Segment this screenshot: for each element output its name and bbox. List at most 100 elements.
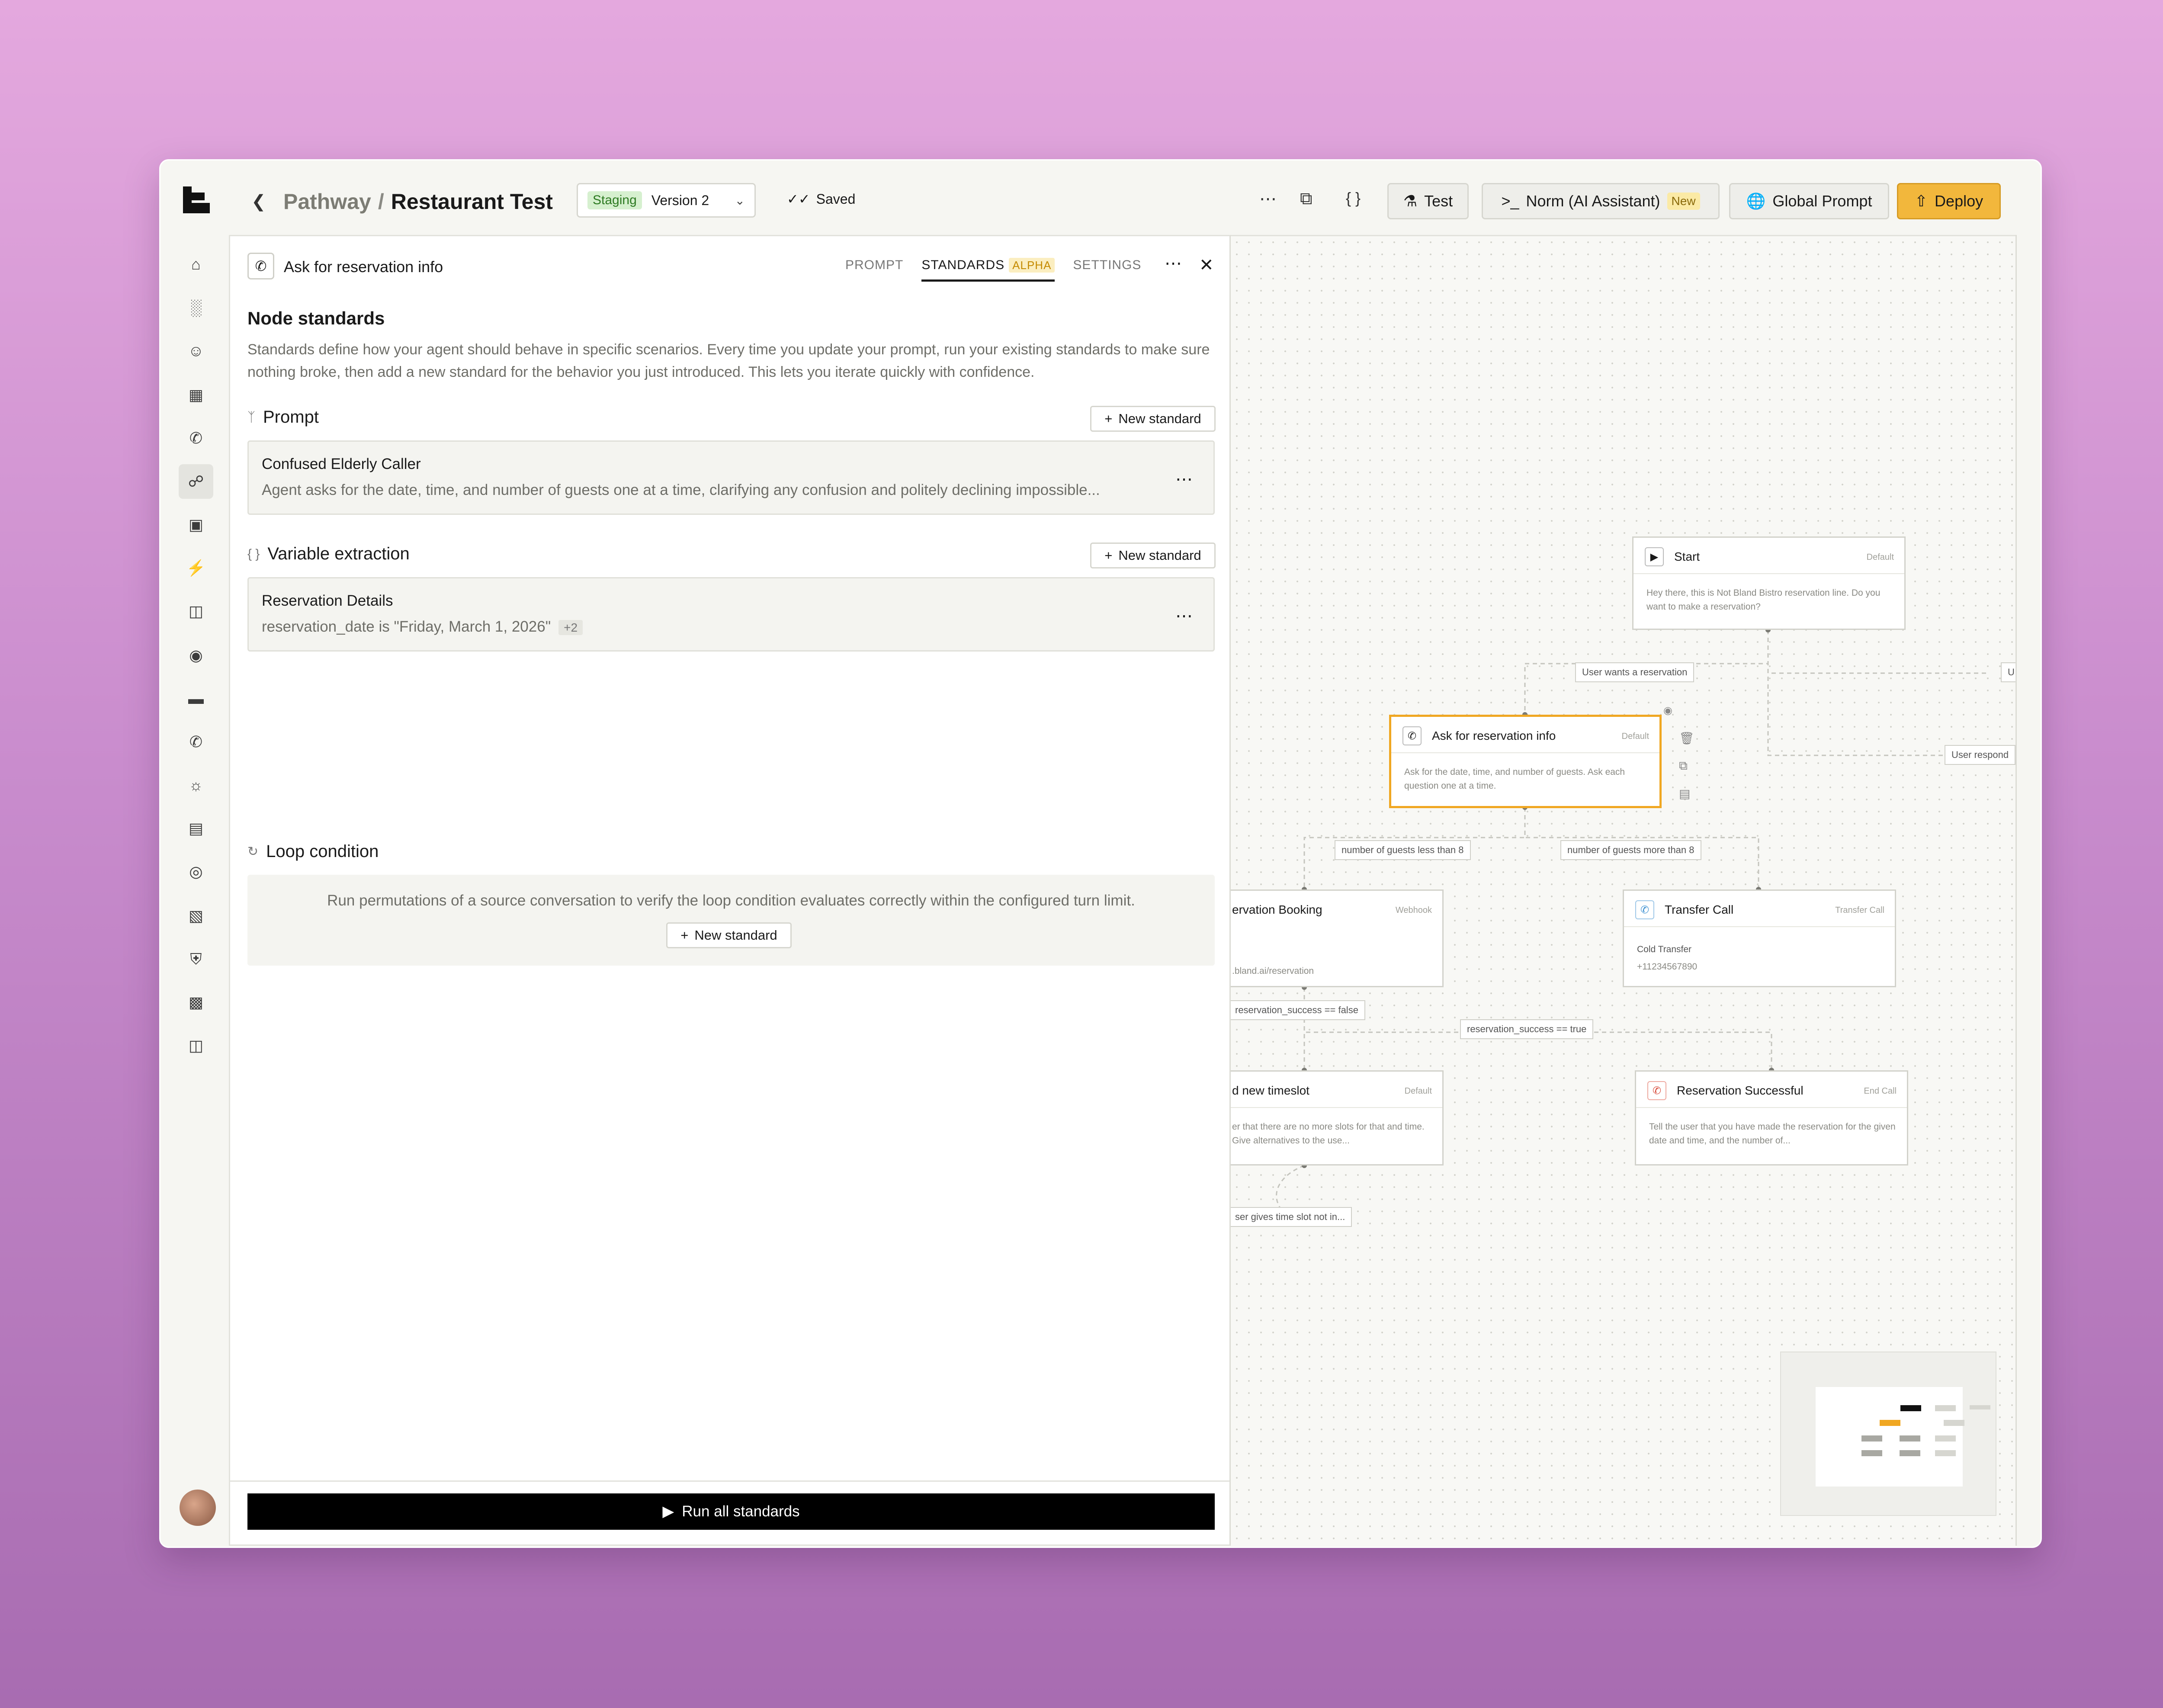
new-standard-label: New standard [694, 928, 777, 943]
minimap-node [1861, 1450, 1882, 1456]
table-icon[interactable]: ▦ [179, 378, 213, 412]
section-description: Standards define how your agent should b… [247, 341, 1210, 380]
integrations-icon[interactable]: ◫ [179, 594, 213, 629]
globe-icon: 🌐 [1746, 192, 1766, 210]
close-icon[interactable]: ✕ [1199, 255, 1214, 275]
top-bar: ❮ Pathway / Restaurant Test Staging Versio… [160, 161, 2041, 235]
node-header: ervation Booking Webhook [1231, 891, 1442, 927]
new-standard-button-prompt[interactable]: + New standard [1090, 406, 1216, 432]
copy-icon[interactable]: ⧉ [1679, 759, 1688, 773]
node-type: End Call [1864, 1086, 1897, 1096]
edge-label[interactable]: User respond [1945, 745, 2016, 765]
home-icon[interactable]: ⌂ [179, 247, 213, 282]
global-prompt-button[interactable]: 🌐 Global Prompt [1729, 183, 1889, 219]
play-icon: ▶ [1645, 547, 1664, 566]
node-title: Reservation Successful [1677, 1084, 1804, 1097]
billing-card-icon[interactable]: ▬ [179, 681, 213, 716]
canvas-border [2015, 235, 2017, 1546]
deploy-label: Deploy [1935, 192, 1983, 210]
branch-icon: ᛉ [247, 410, 255, 424]
minimap-node [1880, 1420, 1900, 1426]
edge-label[interactable]: User wants a reservation [1575, 662, 1694, 682]
loop-description: Run permutations of a source conversatio… [327, 892, 1135, 909]
node-title: d new timeslot [1232, 1084, 1309, 1097]
run-all-standards-button[interactable]: ▶ Run all standards [247, 1493, 1215, 1530]
flow-node-reservation-booking[interactable]: ervation Booking Webhook .bland.ai/reser… [1231, 889, 1444, 987]
new-standard-button-variable[interactable]: + New standard [1090, 543, 1216, 568]
run-all-label: Run all standards [682, 1503, 800, 1520]
edge-label[interactable]: U [2001, 662, 2016, 682]
package-icon[interactable]: ▣ [179, 507, 213, 542]
minimap-node [1861, 1435, 1882, 1442]
node-body: Cold Transfer +11234567890 [1637, 943, 1884, 974]
clipboard-icon[interactable]: ▤ [1679, 787, 1690, 801]
minimap-node [1900, 1450, 1920, 1456]
test-button[interactable]: ⚗ Test [1387, 183, 1469, 219]
breadcrumb: Pathway / Restaurant Test [283, 189, 553, 214]
norm-assistant-button[interactable]: >_ Norm (AI Assistant) New [1482, 183, 1720, 219]
plus-icon: + [1104, 548, 1113, 563]
standard-card-variable[interactable]: Reservation Details reservation_date is … [247, 577, 1215, 652]
more-options-icon[interactable]: ⋯ [1175, 606, 1193, 626]
phone-icon[interactable]: ✆ [179, 725, 213, 759]
tab-standards[interactable]: STANDARDS ALPHA [921, 258, 1055, 282]
version-label: Version 2 [651, 192, 709, 208]
chat-icon[interactable]: ▧ [179, 899, 213, 933]
back-arrow-icon[interactable]: ❮ [251, 192, 266, 212]
phone-outgoing-icon[interactable]: ✆ [179, 421, 213, 456]
flask-icon: ⚗ [1403, 192, 1418, 210]
more-count-badge: +2 [558, 620, 583, 635]
transfer-type: Cold Transfer [1637, 944, 1692, 954]
pathways-icon[interactable]: ☍ [179, 464, 213, 499]
apps-icon[interactable]: ▩ [179, 985, 213, 1020]
app-logo[interactable] [183, 186, 210, 213]
document-icon[interactable]: ▤ [179, 811, 213, 846]
shield-icon[interactable]: ⛨ [179, 942, 213, 976]
trash-icon[interactable]: 🗑 [1679, 731, 1694, 745]
book-icon[interactable]: ◫ [179, 1028, 213, 1063]
footer-divider [230, 1480, 1229, 1482]
flow-node-start[interactable]: ▶ Start Default Hey there, this is Not B… [1632, 536, 1906, 630]
node-body: Ask for the date, time, and number of gu… [1404, 767, 1625, 791]
upload-circle-icon: ⇧ [1914, 192, 1928, 210]
more-options-icon[interactable]: ⋯ [1259, 189, 1277, 209]
more-options-icon[interactable]: ⋯ [1165, 254, 1182, 273]
panel-header: ✆ Ask for reservation info PROMPT STANDA… [230, 236, 1229, 293]
node-title: Ask for reservation info [1432, 729, 1556, 742]
analytics-icon[interactable]: ░ [179, 290, 213, 325]
voice-icon[interactable]: ☼ [179, 768, 213, 803]
globe-icon[interactable]: ◎ [179, 854, 213, 889]
node-header: ✆ Reservation Successful End Call [1636, 1072, 1907, 1108]
deploy-button[interactable]: ⇧ Deploy [1897, 183, 2001, 219]
version-select[interactable]: Staging Version 2 ⌄ [577, 183, 756, 218]
edge-label[interactable]: number of guests more than 8 [1560, 840, 1701, 860]
node-title: Start [1674, 550, 1700, 563]
avatar[interactable] [180, 1490, 216, 1526]
more-options-icon[interactable]: ⋯ [1175, 469, 1193, 489]
flow-node-reservation-successful[interactable]: ✆ Reservation Successful End Call Tell t… [1635, 1070, 1908, 1165]
breadcrumb-parent[interactable]: Pathway [283, 189, 371, 214]
new-standard-button-loop[interactable]: + New standard [666, 922, 792, 948]
tab-prompt[interactable]: PROMPT [845, 258, 903, 282]
standard-card-prompt[interactable]: Confused Elderly Caller Agent asks for t… [247, 440, 1215, 515]
flow-node-new-timeslot[interactable]: d new timeslot Default er that there are… [1231, 1070, 1444, 1165]
flow-node-transfer-call[interactable]: ✆ Transfer Call Transfer Call Cold Trans… [1623, 889, 1896, 987]
sidebar: ⌂ ░ ☺ ▦ ✆ ☍ ▣ ⚡ ◫ ◉ ▬ ✆ ☼ ▤ ◎ ▧ ⛨ ▩ ◫ [160, 235, 230, 1546]
edge-label[interactable]: ser gives time slot not in... [1231, 1207, 1352, 1227]
duplicate-icon[interactable]: ⧉ [1300, 189, 1313, 209]
edge-label[interactable]: reservation_success == false [1231, 1000, 1365, 1020]
tab-settings[interactable]: SETTINGS [1073, 258, 1141, 282]
edge-label[interactable]: number of guests less than 8 [1335, 840, 1471, 860]
edge-label[interactable]: reservation_success == true [1460, 1019, 1594, 1039]
contacts-icon[interactable]: ☺ [179, 334, 213, 368]
minimap[interactable] [1780, 1352, 1996, 1516]
flow-node-ask-reservation[interactable]: ✆ Ask for reservation info Default Ask f… [1389, 715, 1662, 808]
minimap-node [1935, 1405, 1956, 1411]
flow-canvas[interactable]: ▶ Start Default Hey there, this is Not B… [1231, 235, 2016, 1546]
breadcrumb-separator: / [378, 189, 384, 214]
code-braces-icon[interactable]: { } [1346, 189, 1361, 207]
broadcast-icon[interactable]: ◉ [179, 638, 213, 673]
lightning-icon[interactable]: ⚡ [179, 551, 213, 585]
new-standard-label: New standard [1118, 548, 1201, 563]
minimap-node [1900, 1435, 1920, 1442]
